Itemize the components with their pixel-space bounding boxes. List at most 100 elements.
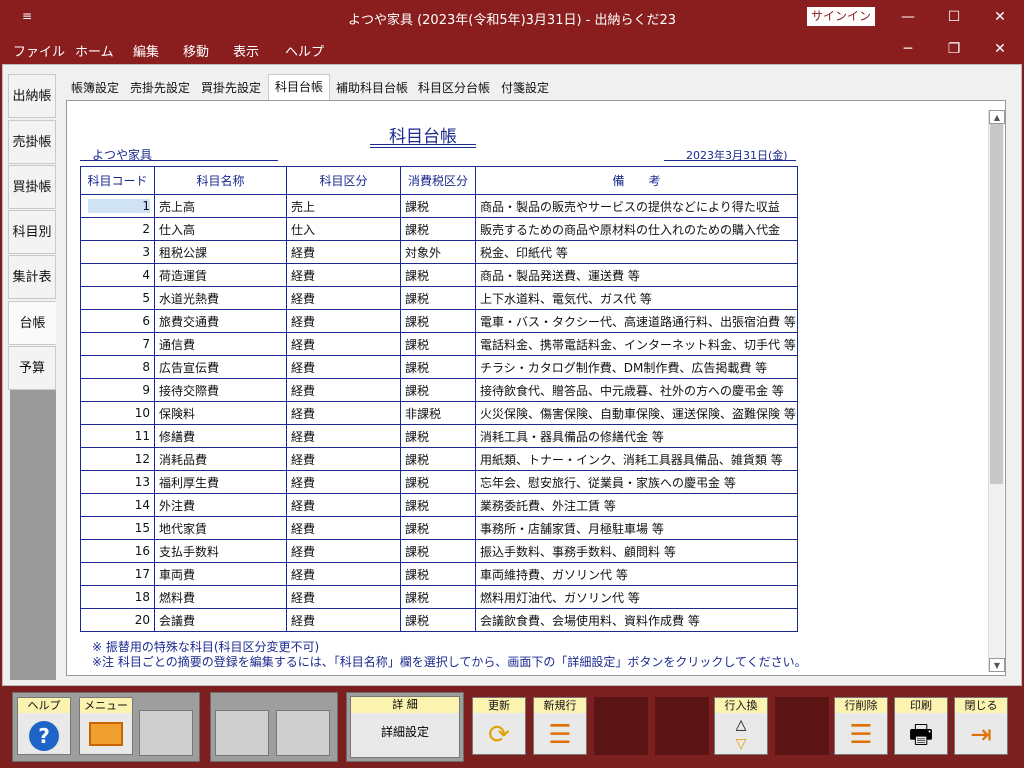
- table-row[interactable]: 3 租税公課 経費 対象外 税金、印紙代 等: [80, 240, 798, 264]
- menu-file[interactable]: ファイル: [13, 41, 65, 60]
- table-row[interactable]: 4 荷造運賃 経費 課税 商品・製品発送費、運送費 等: [80, 263, 798, 287]
- table-row[interactable]: 17 車両費 経費 課税 車両維持費、ガソリン代 等: [80, 562, 798, 586]
- cell-tax[interactable]: 課税: [400, 217, 476, 241]
- cell-category[interactable]: 経費: [286, 608, 401, 632]
- signin-button[interactable]: サインイン: [807, 7, 875, 26]
- side-tab-payables[interactable]: 買掛帳: [8, 165, 56, 209]
- menu-button[interactable]: メニュー: [79, 697, 133, 755]
- detail-settings-button[interactable]: 詳 細 詳細設定: [350, 696, 460, 758]
- table-row[interactable]: 20 会議費 経費 課税 会議飲食費、会場使用料、資料作成費 等: [80, 608, 798, 632]
- close-icon[interactable]: ✕: [985, 6, 1015, 28]
- cell-tax[interactable]: 課税: [400, 516, 476, 540]
- new-row-button[interactable]: 新規行 ☰: [533, 697, 587, 755]
- cell-code[interactable]: 7: [80, 332, 155, 356]
- cell-code[interactable]: 13: [80, 470, 155, 494]
- tab-book-settings[interactable]: 帳簿設定: [66, 76, 124, 100]
- cell-category[interactable]: 経費: [286, 355, 401, 379]
- cell-tax[interactable]: 課税: [400, 286, 476, 310]
- cell-category[interactable]: 経費: [286, 378, 401, 402]
- cell-code[interactable]: 12: [80, 447, 155, 471]
- cell-remarks[interactable]: 事務所・店舗家賃、月極駐車場 等: [475, 516, 798, 540]
- table-row[interactable]: 16 支払手数料 経費 課税 振込手数料、事務手数料、顧問料 等: [80, 539, 798, 563]
- cell-remarks[interactable]: 忘年会、慰安旅行、従業員・家族への慶弔金 等: [475, 470, 798, 494]
- menu-move[interactable]: 移動: [183, 41, 209, 60]
- cell-code[interactable]: 8: [80, 355, 155, 379]
- cell-tax[interactable]: 課税: [400, 493, 476, 517]
- table-row[interactable]: 12 消耗品費 経費 課税 用紙類、トナー・インク、消耗工具器具備品、雑貨類 等: [80, 447, 798, 471]
- table-row[interactable]: 18 燃料費 経費 課税 燃料用灯油代、ガソリン代 等: [80, 585, 798, 609]
- cell-code[interactable]: 3: [80, 240, 155, 264]
- cell-tax[interactable]: 課税: [400, 585, 476, 609]
- cell-remarks[interactable]: 振込手数料、事務手数料、顧問料 等: [475, 539, 798, 563]
- table-row[interactable]: 7 通信費 経費 課税 電話料金、携帯電話料金、インターネット料金、切手代 等: [80, 332, 798, 356]
- update-button[interactable]: 更新 ⟳: [472, 697, 526, 755]
- cell-remarks[interactable]: 電話料金、携帯電話料金、インターネット料金、切手代 等: [475, 332, 798, 356]
- table-row[interactable]: 1 売上高 売上 課税 商品・製品の販売やサービスの提供などにより得た収益: [80, 194, 798, 218]
- table-row[interactable]: 8 広告宣伝費 経費 課税 チラシ・カタログ制作費、DM制作費、広告掲載費 等: [80, 355, 798, 379]
- cell-tax[interactable]: 課税: [400, 424, 476, 448]
- cell-tax[interactable]: 課税: [400, 447, 476, 471]
- cell-category[interactable]: 経費: [286, 585, 401, 609]
- cell-name[interactable]: 接待交際費: [154, 378, 287, 402]
- cell-tax[interactable]: 課税: [400, 378, 476, 402]
- cell-name[interactable]: 仕入高: [154, 217, 287, 241]
- cell-name[interactable]: 保険料: [154, 401, 287, 425]
- cell-code[interactable]: 15: [80, 516, 155, 540]
- cell-category[interactable]: 経費: [286, 493, 401, 517]
- cell-code[interactable]: 4: [80, 263, 155, 287]
- cell-category[interactable]: 経費: [286, 562, 401, 586]
- tab-receivable-settings[interactable]: 売掛先設定: [126, 76, 194, 100]
- selected-code[interactable]: 1: [88, 199, 150, 213]
- cell-remarks[interactable]: 消耗工具・器具備品の修繕代金 等: [475, 424, 798, 448]
- cell-remarks[interactable]: 会議飲食費、会場使用料、資料作成費 等: [475, 608, 798, 632]
- cell-remarks[interactable]: 火災保険、傷害保険、自動車保険、運送保険、盗難保険 等: [475, 401, 798, 425]
- cell-category[interactable]: 経費: [286, 447, 401, 471]
- minimize-icon[interactable]: —: [893, 6, 923, 28]
- menu-home[interactable]: ホーム: [75, 41, 114, 60]
- cell-name[interactable]: 荷造運賃: [154, 263, 287, 287]
- cell-tax[interactable]: 課税: [400, 332, 476, 356]
- cell-remarks[interactable]: 税金、印紙代 等: [475, 240, 798, 264]
- cell-category[interactable]: 売上: [286, 194, 401, 218]
- cell-category[interactable]: 経費: [286, 263, 401, 287]
- cell-name[interactable]: 消耗品費: [154, 447, 287, 471]
- scroll-down-icon[interactable]: ▼: [989, 658, 1005, 672]
- doc-restore-icon[interactable]: ❐: [939, 38, 969, 60]
- cell-name[interactable]: 修繕費: [154, 424, 287, 448]
- cell-tax[interactable]: 非課税: [400, 401, 476, 425]
- close-button[interactable]: 閉じる ⇥: [954, 697, 1008, 755]
- cell-remarks[interactable]: 商品・製品発送費、運送費 等: [475, 263, 798, 287]
- cell-category[interactable]: 経費: [286, 424, 401, 448]
- cell-category[interactable]: 仕入: [286, 217, 401, 241]
- doc-close-icon[interactable]: ✕: [985, 38, 1015, 60]
- cell-category[interactable]: 経費: [286, 539, 401, 563]
- cell-tax[interactable]: 課税: [400, 309, 476, 333]
- cell-code[interactable]: 5: [80, 286, 155, 310]
- tab-account-category-ledger[interactable]: 科目区分台帳: [414, 76, 494, 100]
- cell-category[interactable]: 経費: [286, 240, 401, 264]
- cell-tax[interactable]: 課税: [400, 539, 476, 563]
- cell-code[interactable]: 17: [80, 562, 155, 586]
- cell-category[interactable]: 経費: [286, 332, 401, 356]
- cell-code[interactable]: 11: [80, 424, 155, 448]
- table-row[interactable]: 6 旅費交通費 経費 課税 電車・バス・タクシー代、高速道路通行料、出張宿泊費 等: [80, 309, 798, 333]
- table-row[interactable]: 14 外注費 経費 課税 業務委託費、外注工賃 等: [80, 493, 798, 517]
- cell-category[interactable]: 経費: [286, 309, 401, 333]
- tab-sub-account-ledger[interactable]: 補助科目台帳: [332, 76, 412, 100]
- tab-payable-settings[interactable]: 買掛先設定: [196, 76, 266, 100]
- cell-name[interactable]: 売上高: [154, 194, 287, 218]
- side-tab-summary[interactable]: 集計表: [8, 255, 56, 299]
- cell-name[interactable]: 燃料費: [154, 585, 287, 609]
- table-row[interactable]: 5 水道光熱費 経費 課税 上下水道料、電気代、ガス代 等: [80, 286, 798, 310]
- cell-name[interactable]: 水道光熱費: [154, 286, 287, 310]
- table-row[interactable]: 13 福利厚生費 経費 課税 忘年会、慰安旅行、従業員・家族への慶弔金 等: [80, 470, 798, 494]
- cell-code[interactable]: 18: [80, 585, 155, 609]
- cell-name[interactable]: 地代家賃: [154, 516, 287, 540]
- cell-remarks[interactable]: 電車・バス・タクシー代、高速道路通行料、出張宿泊費 等: [475, 309, 798, 333]
- cell-remarks[interactable]: 燃料用灯油代、ガソリン代 等: [475, 585, 798, 609]
- cell-tax[interactable]: 課税: [400, 470, 476, 494]
- cell-remarks[interactable]: 接待飲食代、贈答品、中元歳暮、社外の方への慶弔金 等: [475, 378, 798, 402]
- cell-remarks[interactable]: チラシ・カタログ制作費、DM制作費、広告掲載費 等: [475, 355, 798, 379]
- tab-sticky-settings[interactable]: 付箋設定: [496, 76, 554, 100]
- cell-code[interactable]: 6: [80, 309, 155, 333]
